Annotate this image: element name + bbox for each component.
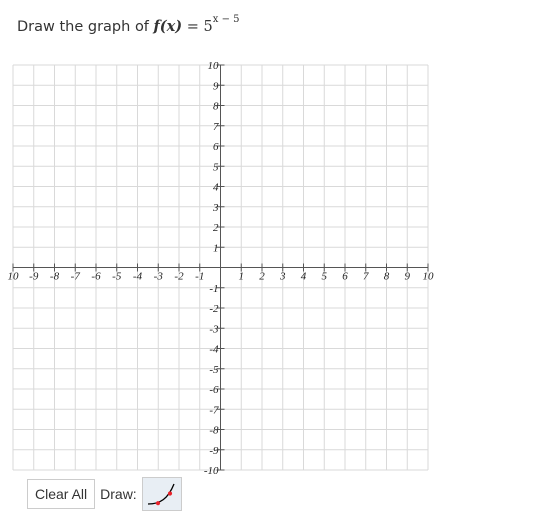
x-tick-label: -2: [174, 271, 184, 283]
x-tick-label: 4: [301, 271, 307, 283]
x-tick-label: -4: [133, 271, 143, 283]
y-tick-label: 9: [213, 80, 219, 92]
x-tick-label: 3: [279, 271, 286, 283]
exponential-tool-button[interactable]: [141, 477, 182, 511]
x-tick-label: 2: [259, 271, 265, 283]
clear-all-button[interactable]: Clear All: [27, 479, 96, 509]
y-tick-label: -2: [209, 303, 219, 315]
y-tick-label: -3: [209, 323, 219, 335]
y-tick-label: -4: [209, 344, 219, 356]
y-tick-label: 2: [213, 222, 219, 234]
y-tick-label: 1: [213, 242, 219, 254]
x-tick-label: 7: [363, 271, 369, 283]
x-tick-label: -7: [71, 271, 81, 283]
y-tick-label: -1: [209, 283, 218, 295]
x-tick-label: -1: [195, 271, 204, 283]
x-tick-label: -3: [154, 271, 164, 283]
exponential-curve-icon: [147, 483, 175, 506]
y-tick-label: -6: [209, 384, 219, 396]
y-tick-label: 4: [213, 182, 219, 194]
x-tick-label: 6: [342, 271, 348, 283]
x-tick-label: -6: [91, 271, 101, 283]
x-tick-label: 5: [322, 271, 328, 283]
x-tick-label: -8: [50, 271, 60, 283]
x-tick-label: -9: [29, 271, 39, 283]
toolbar: Clear All Draw:: [27, 477, 182, 511]
y-tick-label: 3: [212, 202, 219, 214]
y-tick-label: 8: [213, 101, 219, 113]
y-tick-label: -7: [209, 404, 219, 416]
x-tick-label: 10: [8, 271, 20, 283]
x-tick-label: 1: [239, 271, 245, 283]
x-tick-label: 10: [423, 271, 435, 283]
y-tick-label: 6: [213, 141, 219, 153]
y-tick-label: 10: [208, 60, 220, 72]
y-tick-label: -10: [204, 465, 219, 477]
x-tick-label: -5: [112, 271, 122, 283]
y-tick-label: 5: [213, 161, 219, 173]
graph-canvas[interactable]: 10 -9 -8 -7 -6 -5 -4 -3 -2 -1 1 2 3 4 5 6 7 8 9 10 10 9 8 7 6 5 4 3…: [0, 0, 539, 514]
y-tick-label: -9: [209, 445, 219, 457]
draw-label: Draw:: [100, 486, 137, 502]
y-tick-label: -8: [209, 425, 219, 437]
y-tick-label: -5: [209, 364, 219, 376]
x-tick-label: 9: [405, 271, 411, 283]
y-tick-label: 7: [213, 121, 219, 133]
x-tick-label: 8: [384, 271, 390, 283]
